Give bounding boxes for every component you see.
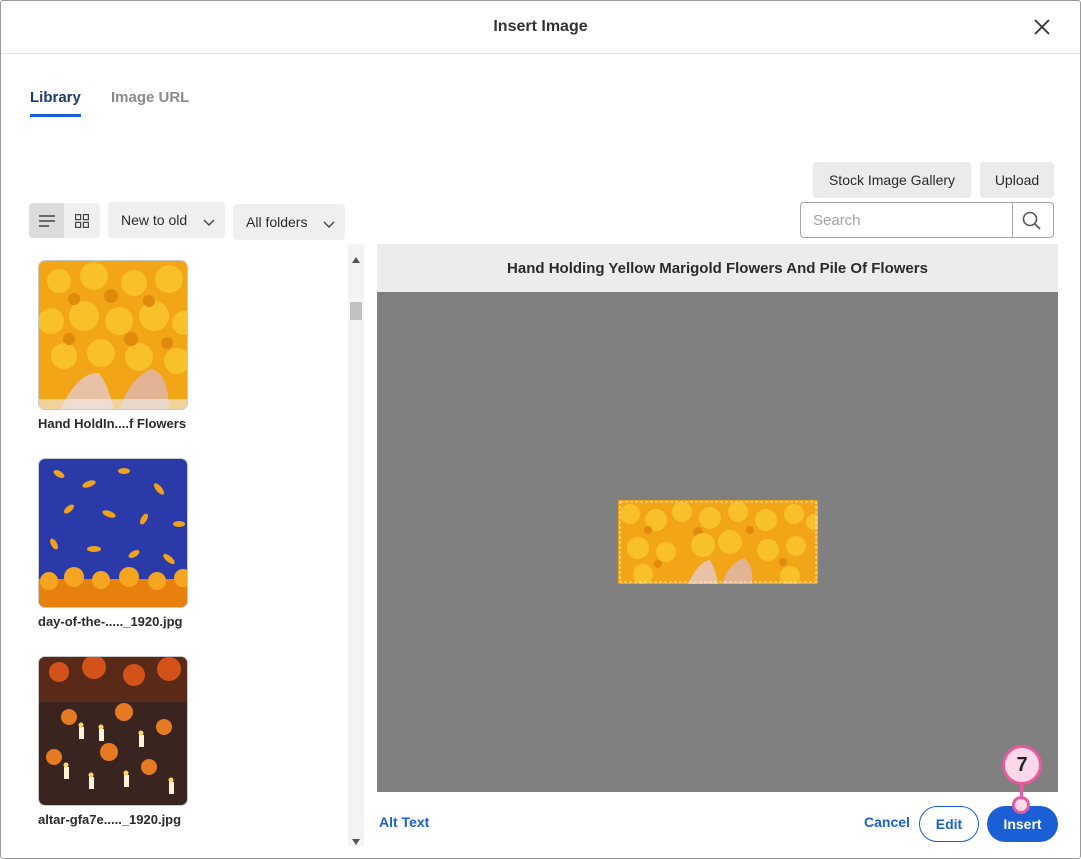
grid-view-icon[interactable] (64, 203, 99, 238)
search-box (800, 202, 1054, 238)
cancel-button[interactable]: Cancel (864, 814, 910, 830)
list-item[interactable]: day-of-the-....._1920.jpg (38, 458, 198, 629)
sort-dropdown[interactable]: New to old (108, 202, 225, 238)
step-number-badge: 7 (1002, 745, 1042, 785)
folder-dropdown[interactable]: All folders (233, 204, 345, 240)
dialog-title: Insert Image (493, 18, 588, 35)
stock-image-gallery-button[interactable]: Stock Image Gallery (813, 162, 971, 198)
scrollbar-thumb[interactable] (350, 302, 362, 320)
list-scrollbar[interactable] (348, 244, 364, 846)
alt-text-link[interactable]: Alt Text (379, 814, 429, 830)
thumbnail-marigold-hands (38, 260, 188, 410)
preview-image (618, 500, 818, 584)
scroll-down-arrow-icon[interactable] (352, 832, 360, 850)
scroll-up-arrow-icon[interactable] (352, 250, 360, 268)
view-toggle (29, 203, 100, 238)
list-item[interactable]: Hand HoldIn....f Flowers (38, 260, 198, 431)
tab-library[interactable]: Library (30, 89, 81, 117)
thumbnail-label: Hand HoldIn....f Flowers (38, 416, 187, 431)
thumbnail-label: altar-gfa7e....._1920.jpg (38, 812, 182, 827)
insert-image-dialog: Insert Image Library Image URL Stock Ima… (0, 0, 1081, 859)
search-divider (1012, 203, 1013, 237)
close-icon[interactable] (1030, 15, 1054, 39)
thumbnail-altar-candles (38, 656, 188, 806)
list-view-icon[interactable] (29, 203, 64, 238)
thumbnail-petals-blue (38, 458, 188, 608)
image-library-list: Hand HoldIn....f Flowers day-of-the-....… (29, 244, 347, 846)
sort-value: New to old (121, 212, 188, 228)
step-callout-dot (1012, 796, 1030, 814)
tab-image-url[interactable]: Image URL (111, 89, 189, 114)
chevron-down-icon (203, 214, 215, 230)
thumbnail-label: day-of-the-....._1920.jpg (38, 614, 183, 629)
folder-value: All folders (246, 214, 308, 230)
dialog-header: Insert Image (1, 1, 1080, 54)
chevron-down-icon (323, 216, 335, 232)
preview-title: Hand Holding Yellow Marigold Flowers And… (377, 244, 1058, 292)
upload-button[interactable]: Upload (980, 162, 1054, 198)
edit-button[interactable]: Edit (919, 806, 979, 842)
list-item[interactable]: altar-gfa7e....._1920.jpg (38, 656, 198, 827)
search-icon[interactable] (1020, 209, 1044, 233)
image-preview-panel: Hand Holding Yellow Marigold Flowers And… (377, 244, 1058, 792)
search-input[interactable] (801, 203, 1013, 237)
